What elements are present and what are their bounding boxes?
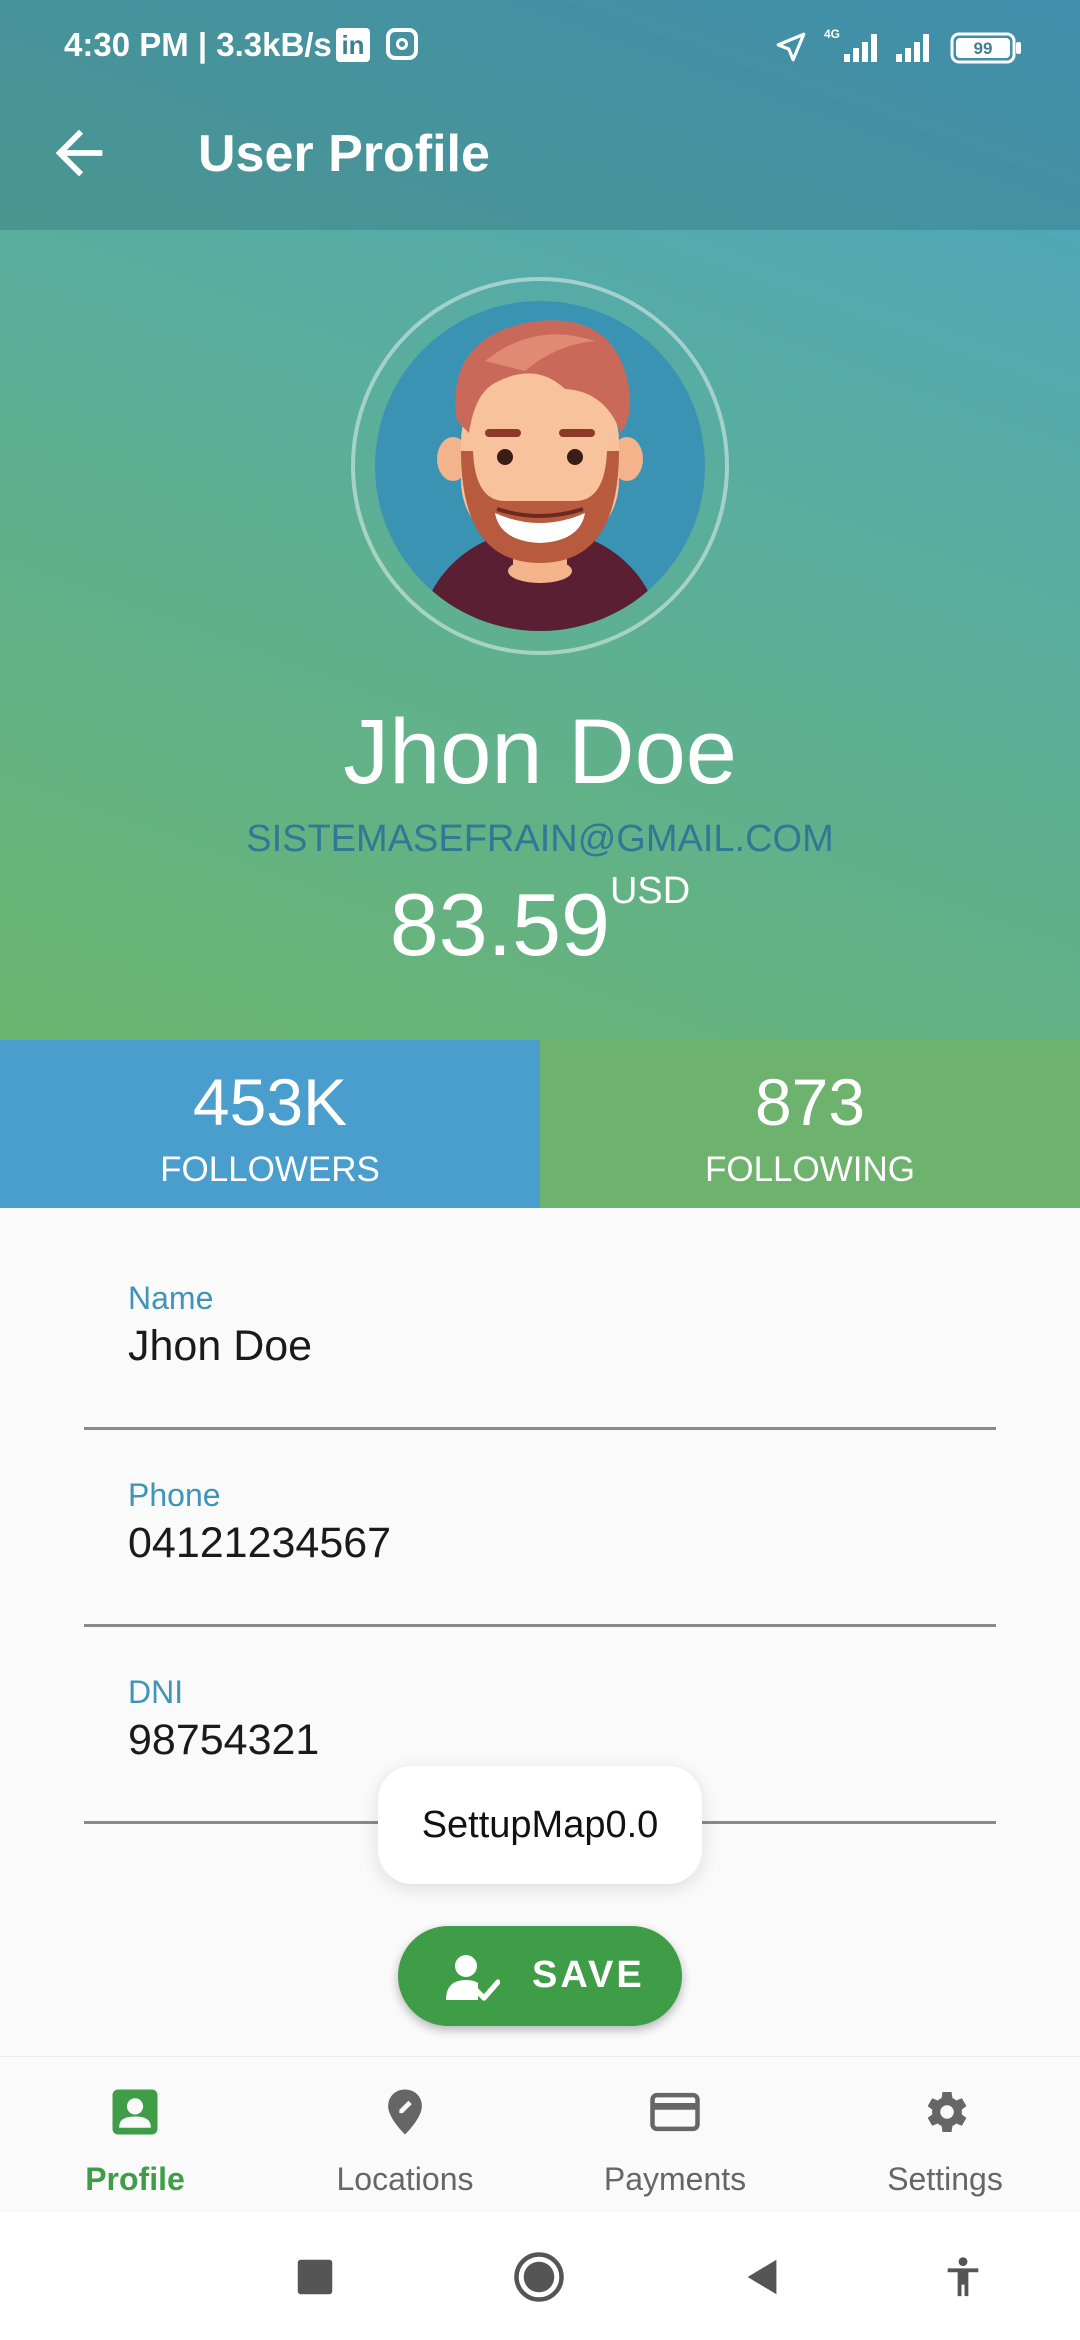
following-count: 873 [754, 1065, 866, 1139]
save-button[interactable]: SAVE [398, 1926, 682, 2026]
phone-field[interactable]: Phone 04121234567 [84, 1477, 996, 1627]
balance: 83.59USD [0, 870, 1080, 976]
phone-field-value[interactable]: 04121234567 [128, 1519, 391, 1568]
phone-field-label: Phone [128, 1477, 221, 1513]
nav-label-settings: Settings [887, 2161, 1003, 2197]
avatar[interactable] [375, 301, 705, 631]
following-stat[interactable]: 873 FOLLOWING [540, 1040, 1080, 1208]
status-bar: 4:30 PM | 3.3kB/s in 4G 99 [0, 0, 1080, 96]
status-time: 4:30 PM | 3.3kB/s [64, 26, 332, 63]
nav-label-profile: Profile [85, 2161, 185, 2197]
recents-square-icon[interactable] [292, 2254, 338, 2300]
nav-label-locations: Locations [336, 2161, 474, 2197]
home-circle-icon[interactable] [512, 2250, 566, 2304]
accessibility-icon[interactable] [940, 2254, 986, 2300]
nav-item-payments[interactable]: Payments [540, 2057, 810, 2213]
page-title: User Profile [198, 125, 490, 183]
profile-name: Jhon Doe [343, 701, 737, 803]
linkedin-icon: in [336, 28, 370, 62]
name-field[interactable]: Name Jhon Doe [84, 1280, 996, 1430]
followers-stat[interactable]: 453K FOLLOWERS [0, 1040, 540, 1208]
dni-field-label: DNI [128, 1674, 184, 1710]
battery-icon: 99 [950, 32, 1021, 64]
nav-item-profile[interactable]: Profile [0, 2057, 270, 2213]
toast-message: SettupMap0.0 [378, 1766, 702, 1884]
location-pin-icon [388, 2089, 422, 2135]
credit-card-icon [650, 2092, 700, 2132]
nav-item-settings[interactable]: Settings [810, 2057, 1080, 2213]
bottom-navigation: Profile Locations Payments Settings [0, 2056, 1080, 2212]
balance-amount: 83.59 [389, 875, 610, 974]
name-field-value[interactable]: Jhon Doe [128, 1322, 312, 1371]
person-check-icon [446, 1955, 500, 2001]
nav-label-payments: Payments [603, 2161, 747, 2197]
account-box-icon [112, 2089, 158, 2135]
instagram-icon [386, 28, 418, 60]
gear-icon [927, 2091, 967, 2133]
nav-item-locations[interactable]: Locations [270, 2057, 540, 2213]
location-arrow-icon [776, 32, 806, 62]
dni-field-value[interactable]: 98754321 [128, 1716, 319, 1765]
signal-icon [896, 34, 929, 62]
back-triangle-icon[interactable] [740, 2254, 786, 2300]
signal-4g-icon: 4G [824, 27, 877, 62]
save-button-label: SAVE [532, 1954, 645, 1996]
battery-level: 99 [974, 39, 993, 58]
system-navigation-bar [0, 2212, 1080, 2340]
network-label: 4G [824, 27, 840, 41]
followers-count: 453K [192, 1065, 348, 1139]
following-label: FOLLOWING [704, 1150, 916, 1189]
profile-email: SISTEMASEFRAIN@GMAIL.COM [246, 818, 834, 860]
balance-currency: USD [609, 870, 691, 912]
name-field-label: Name [128, 1280, 214, 1316]
arrow-back-icon[interactable] [44, 118, 114, 188]
followers-label: FOLLOWERS [160, 1150, 380, 1189]
avatar-illustration [420, 320, 660, 631]
